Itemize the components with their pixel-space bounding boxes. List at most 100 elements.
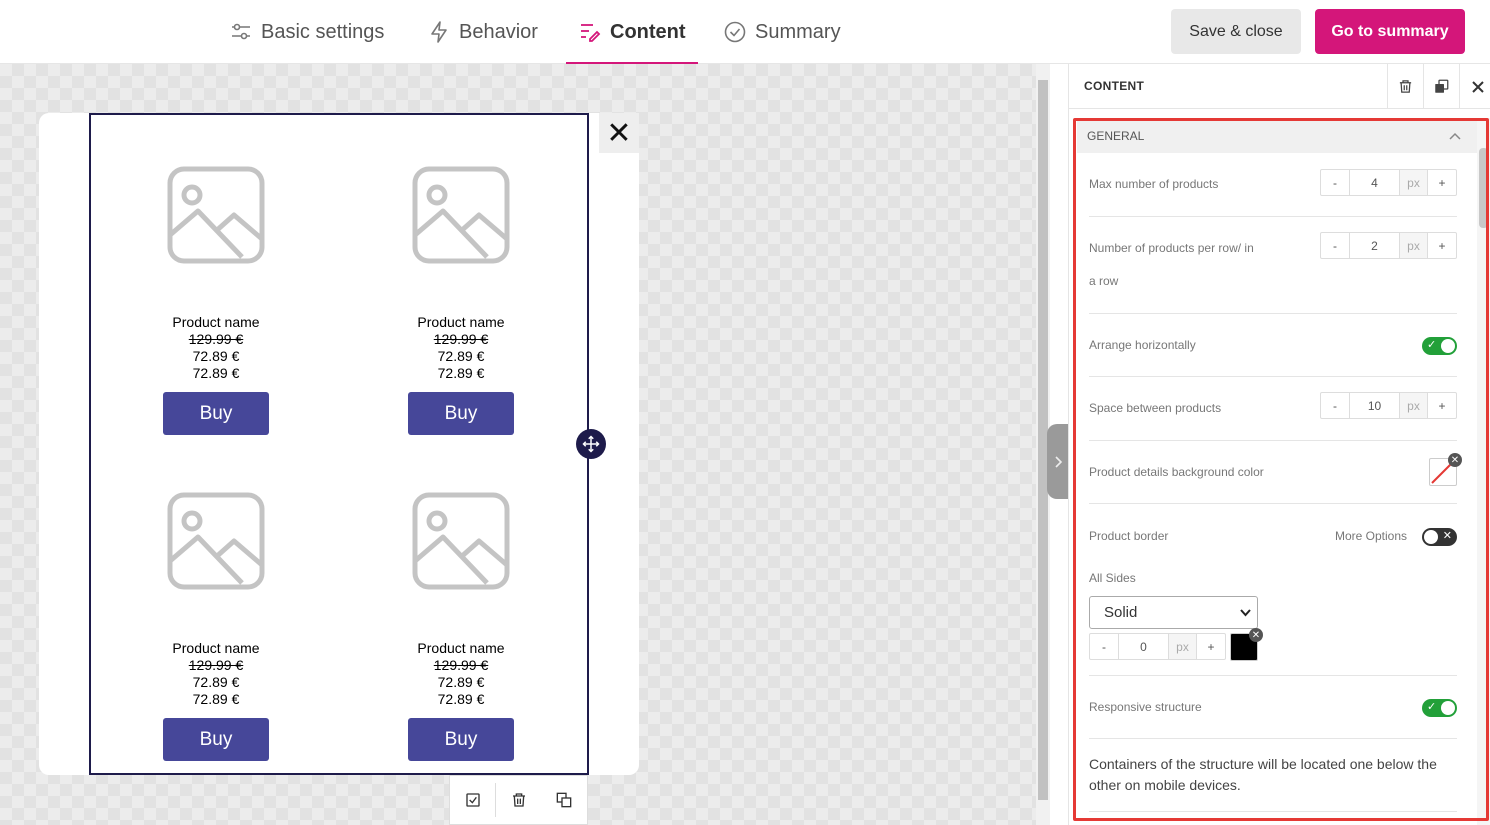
duplicate-block-icon[interactable] bbox=[542, 775, 587, 825]
move-handle-icon[interactable] bbox=[576, 429, 606, 459]
product-price: 72.89 € bbox=[192, 348, 240, 364]
per-row-label-cont: a row bbox=[1089, 274, 1119, 288]
arrange-label: Arrange horizontally bbox=[1089, 338, 1196, 352]
border-width-stepper[interactable]: - 0 px + bbox=[1089, 633, 1226, 660]
max-products-stepper[interactable]: - 4 px + bbox=[1320, 169, 1457, 196]
max-products-label: Max number of products bbox=[1089, 177, 1219, 191]
space-value[interactable]: 10 bbox=[1350, 393, 1400, 418]
buy-button[interactable]: Buy bbox=[163, 392, 269, 435]
per-row-stepper[interactable]: - 2 px + bbox=[1320, 232, 1457, 259]
decrement-button[interactable]: - bbox=[1321, 233, 1350, 258]
max-products-value[interactable]: 4 bbox=[1350, 170, 1400, 195]
unit-label: px bbox=[1169, 634, 1196, 659]
product-price: 72.89 € bbox=[192, 365, 240, 381]
copy-icon[interactable] bbox=[1423, 64, 1459, 109]
product-old-price: 129.99 € bbox=[188, 331, 244, 347]
increment-button[interactable]: + bbox=[1427, 170, 1456, 195]
clear-color-icon[interactable]: ✕ bbox=[1249, 628, 1263, 642]
border-row: Product border More Options ✕ All Sides … bbox=[1089, 504, 1457, 676]
block-toolbar bbox=[449, 775, 588, 825]
decrement-button[interactable]: - bbox=[1321, 170, 1350, 195]
check-icon: ✓ bbox=[1427, 701, 1437, 713]
increment-button[interactable]: + bbox=[1427, 393, 1456, 418]
border-label: Product border bbox=[1089, 529, 1169, 543]
section-general-header[interactable]: GENERAL bbox=[1077, 121, 1477, 153]
save-close-button[interactable]: Save & close bbox=[1171, 9, 1301, 54]
popup-close-icon[interactable]: ✕ bbox=[599, 113, 639, 153]
trash-icon[interactable] bbox=[1387, 64, 1423, 109]
product-card[interactable]: Product name 129.99 € 72.89 € 72.89 € Bu… bbox=[361, 491, 561, 761]
space-label: Space between products bbox=[1089, 401, 1222, 415]
collapse-panel-handle[interactable] bbox=[1047, 424, 1068, 499]
bg-color-label: Product details background color bbox=[1089, 465, 1264, 479]
panel-scrollbar[interactable] bbox=[1477, 118, 1490, 825]
unit-label: px bbox=[1400, 393, 1427, 418]
buy-button[interactable]: Buy bbox=[408, 392, 514, 435]
product-card[interactable]: Product name 129.99 € 72.89 € 72.89 € Bu… bbox=[361, 165, 561, 435]
border-width-value[interactable]: 0 bbox=[1119, 634, 1169, 659]
image-placeholder-icon bbox=[167, 492, 265, 590]
space-row: Space between products - 10 px + bbox=[1089, 377, 1457, 441]
close-icon[interactable] bbox=[1459, 64, 1490, 109]
product-price: 72.89 € bbox=[192, 691, 240, 707]
product-name: Product name bbox=[417, 640, 505, 656]
product-card[interactable]: Product name 129.99 € 72.89 € 72.89 € Bu… bbox=[116, 165, 316, 435]
buy-button[interactable]: Buy bbox=[163, 718, 269, 761]
settings-panel: CONTENT GENERAL Max number of products -… bbox=[1068, 64, 1490, 825]
bg-color-swatch[interactable]: ✕ bbox=[1429, 453, 1462, 486]
tab-basic-settings[interactable]: Basic settings bbox=[229, 0, 384, 64]
tab-summary[interactable]: Summary bbox=[723, 0, 841, 64]
bg-color-row: Product details background color ✕ bbox=[1089, 441, 1462, 504]
product-name: Product name bbox=[172, 640, 260, 656]
delete-block-icon[interactable] bbox=[496, 775, 541, 825]
scrollbar-thumb[interactable] bbox=[1479, 148, 1488, 228]
product-name: Product name bbox=[417, 314, 505, 330]
border-style-select[interactable]: Solid bbox=[1089, 596, 1258, 629]
unit-label: px bbox=[1400, 170, 1427, 195]
go-to-summary-button[interactable]: Go to summary bbox=[1315, 9, 1465, 54]
x-icon: ✕ bbox=[1442, 530, 1452, 542]
decrement-button[interactable]: - bbox=[1090, 634, 1119, 659]
buy-button[interactable]: Buy bbox=[408, 718, 514, 761]
product-price: 72.89 € bbox=[192, 674, 240, 690]
product-price: 72.89 € bbox=[437, 348, 485, 364]
decrement-button[interactable]: - bbox=[1321, 393, 1350, 418]
product-card[interactable]: Product name 129.99 € 72.89 € 72.89 € Bu… bbox=[116, 491, 316, 761]
tab-label: Behavior bbox=[459, 20, 538, 43]
clear-color-icon[interactable]: ✕ bbox=[1448, 453, 1462, 467]
tab-behavior[interactable]: Behavior bbox=[427, 0, 538, 64]
product-old-price: 129.99 € bbox=[433, 657, 489, 673]
panel-header: CONTENT bbox=[1069, 64, 1490, 109]
save-block-icon[interactable] bbox=[450, 775, 495, 825]
border-color-swatch[interactable]: ✕ bbox=[1230, 628, 1263, 661]
product-price: 72.89 € bbox=[437, 691, 485, 707]
more-options-toggle[interactable]: ✕ bbox=[1422, 528, 1457, 546]
arrange-toggle[interactable]: ✓ bbox=[1422, 337, 1457, 355]
per-row-value[interactable]: 2 bbox=[1350, 233, 1400, 258]
increment-button[interactable]: + bbox=[1427, 233, 1456, 258]
product-price: 72.89 € bbox=[437, 365, 485, 381]
chevron-down-icon bbox=[1240, 608, 1251, 616]
unit-label: px bbox=[1400, 233, 1427, 258]
max-products-row: Max number of products - 4 px + bbox=[1089, 165, 1457, 217]
section-title: GENERAL bbox=[1087, 129, 1145, 143]
product-price: 72.89 € bbox=[437, 674, 485, 690]
product-old-price: 129.99 € bbox=[433, 331, 489, 347]
space-stepper[interactable]: - 10 px + bbox=[1320, 392, 1457, 419]
image-placeholder-icon bbox=[167, 166, 265, 264]
image-placeholder-icon bbox=[412, 166, 510, 264]
more-options-label: More Options bbox=[1334, 529, 1407, 543]
content-edit-icon bbox=[581, 24, 601, 42]
check-icon: ✓ bbox=[1427, 339, 1437, 351]
panel-title: CONTENT bbox=[1084, 79, 1145, 93]
tab-content[interactable]: Content bbox=[566, 0, 698, 64]
check-circle-icon bbox=[724, 21, 746, 43]
product-name: Product name bbox=[172, 314, 260, 330]
increment-button[interactable]: + bbox=[1196, 634, 1225, 659]
tab-label: Content bbox=[610, 20, 686, 43]
border-style-value: Solid bbox=[1104, 604, 1138, 621]
chevron-up-icon bbox=[1449, 132, 1461, 140]
responsive-toggle[interactable]: ✓ bbox=[1422, 699, 1457, 717]
responsive-row: Responsive structure ✓ bbox=[1089, 676, 1457, 739]
per-row-label: Number of products per row/ in bbox=[1089, 241, 1254, 255]
